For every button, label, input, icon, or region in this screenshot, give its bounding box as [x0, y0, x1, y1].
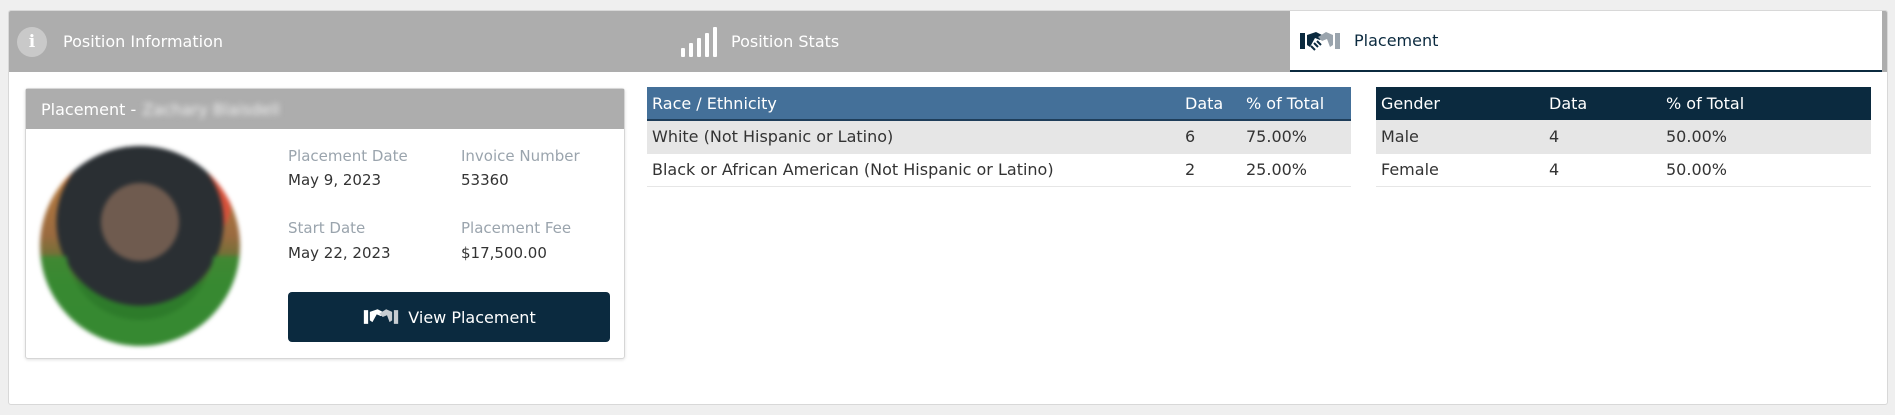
- tab-position-information[interactable]: i Position Information: [17, 11, 577, 72]
- percent-cell: 25.00%: [1241, 153, 1351, 187]
- table-header-row: Race / Ethnicity Data % of Total: [647, 87, 1351, 121]
- gender-cell: Male: [1376, 120, 1544, 154]
- start-date-label: Start Date: [288, 219, 366, 237]
- placement-date-value: May 9, 2023: [288, 171, 382, 189]
- invoice-number-value: 53360: [461, 171, 509, 189]
- gender-table: Gender Data % of Total Male 4 50.00% Fem…: [1376, 87, 1871, 187]
- race-cell: White (Not Hispanic or Latino): [647, 120, 1180, 154]
- column-header: Gender: [1376, 87, 1544, 120]
- invoice-number-label: Invoice Number: [461, 147, 580, 165]
- view-placement-label: View Placement: [408, 307, 536, 327]
- data-cell: 6: [1180, 120, 1241, 154]
- column-header: % of Total: [1241, 87, 1351, 121]
- placement-fee-label: Placement Fee: [461, 219, 572, 237]
- column-header: % of Total: [1661, 87, 1871, 120]
- table-row: Black or African American (Not Hispanic …: [647, 153, 1351, 187]
- percent-cell: 50.00%: [1661, 153, 1871, 187]
- tab-label: Position Information: [63, 32, 223, 51]
- percent-cell: 75.00%: [1241, 120, 1351, 154]
- gender-cell: Female: [1376, 153, 1544, 187]
- table-row: Male 4 50.00%: [1376, 120, 1871, 154]
- avatar: [40, 146, 240, 346]
- card-title: Placement -: [41, 99, 137, 119]
- avatar-ring: [40, 256, 240, 346]
- tab-position-stats[interactable]: Position Stats: [681, 11, 1081, 72]
- data-cell: 4: [1544, 153, 1661, 187]
- column-header: Race / Ethnicity: [647, 87, 1180, 121]
- tab-bar: i Position Information Position Stats Pl…: [9, 11, 1887, 72]
- placement-panel: i Position Information Position Stats Pl…: [8, 10, 1888, 405]
- placement-fee-value: $17,500.00: [461, 244, 547, 262]
- signal-bars-icon: [681, 26, 717, 57]
- info-icon: i: [17, 26, 47, 57]
- view-placement-button[interactable]: View Placement: [288, 292, 610, 342]
- percent-cell: 50.00%: [1661, 120, 1871, 154]
- card-header: Placement - Zachary Blaisdell: [26, 89, 624, 129]
- handshake-icon: [364, 309, 399, 324]
- data-cell: 4: [1544, 120, 1661, 154]
- tab-label: Position Stats: [731, 32, 840, 51]
- table-row: Female 4 50.00%: [1376, 153, 1871, 187]
- tab-placement[interactable]: Placement: [1290, 11, 1882, 72]
- tab-label: Placement: [1354, 31, 1439, 50]
- start-date-value: May 22, 2023: [288, 244, 391, 262]
- data-cell: 2: [1180, 153, 1241, 187]
- column-header: Data: [1544, 87, 1661, 120]
- table-row: White (Not Hispanic or Latino) 6 75.00%: [647, 120, 1351, 154]
- placement-candidate-name: Zachary Blaisdell: [142, 99, 280, 119]
- table-header-row: Gender Data % of Total: [1376, 87, 1871, 120]
- placement-card: Placement - Zachary Blaisdell Placement …: [25, 88, 625, 359]
- race-ethnicity-table: Race / Ethnicity Data % of Total White (…: [647, 87, 1351, 187]
- race-cell: Black or African American (Not Hispanic …: [647, 153, 1180, 187]
- column-header: Data: [1180, 87, 1241, 121]
- handshake-icon: [1300, 31, 1340, 51]
- placement-date-label: Placement Date: [288, 147, 408, 165]
